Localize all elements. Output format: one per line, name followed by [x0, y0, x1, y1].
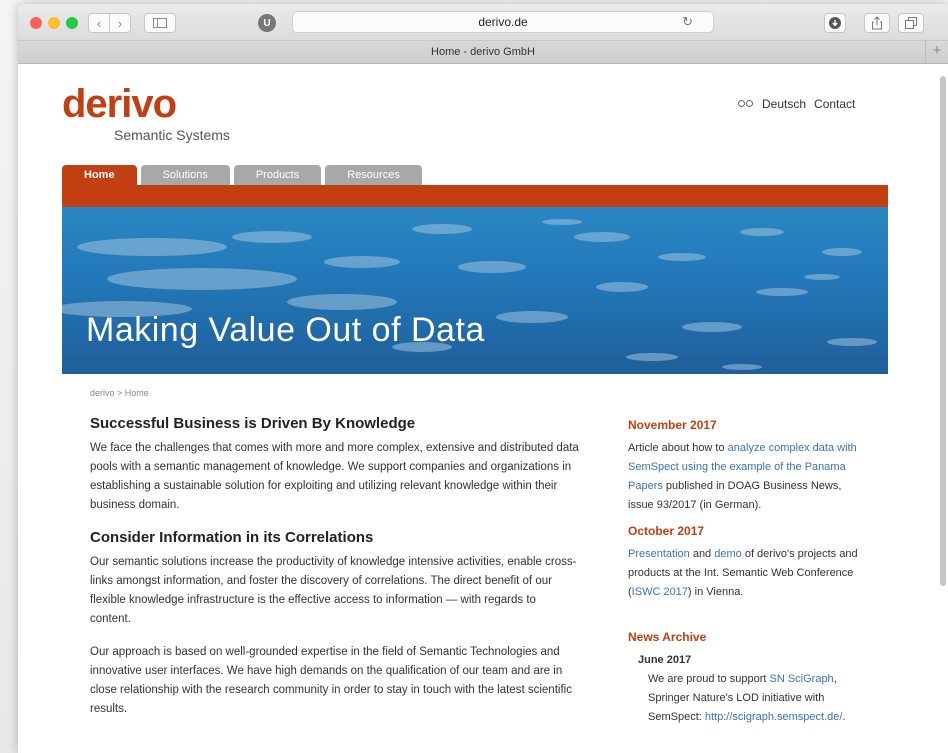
presentation-link[interactable]: Presentation — [628, 548, 690, 560]
sidebar-button[interactable] — [144, 13, 176, 33]
paragraph-approach: Our approach is based on well-grounded e… — [90, 646, 572, 715]
logo-subtitle: Semantic Systems — [114, 127, 230, 143]
news-archive-title: News Archive — [628, 630, 707, 644]
demo-link[interactable]: demo — [714, 548, 742, 560]
active-tab-title[interactable]: Home - derivo GmbH — [431, 46, 535, 58]
tabs-icon — [905, 17, 917, 29]
news-text: Article about how to — [628, 442, 728, 454]
forward-button[interactable]: › — [109, 13, 131, 33]
page-viewport: derivo Semantic Systems Deutsch Contact … — [18, 64, 948, 753]
new-tab-button[interactable]: + — [925, 41, 948, 63]
sidebar-icon — [153, 18, 167, 28]
news-text: and — [689, 548, 715, 560]
news-date-oct-2017: October 2017 — [628, 524, 705, 538]
zoom-window-button[interactable] — [66, 17, 78, 29]
paragraph-knowledge: We face the challenges that comes with m… — [90, 442, 579, 511]
tab-solutions[interactable]: Solutions — [140, 165, 230, 185]
archive-item-june-2017: We are proud to support SN SciGraph, Spr… — [648, 670, 863, 727]
news-text: . — [842, 711, 846, 723]
scrollbar-thumb[interactable] — [940, 76, 946, 586]
extension-icon: U — [263, 17, 271, 29]
top-links: Deutsch Contact — [738, 97, 855, 111]
archive-date-june-2017: June 2017 — [638, 654, 692, 666]
news-sidebar: November 2017 Article about how to analy… — [628, 416, 863, 727]
news-item-oct-2017: Presentation and demo of derivo's projec… — [628, 545, 863, 602]
nav-underline-bar — [62, 185, 888, 207]
chevron-right-icon: › — [117, 15, 123, 31]
minimize-window-button[interactable] — [48, 17, 60, 29]
heading-knowledge: Successful Business is Driven By Knowled… — [90, 415, 416, 432]
back-button[interactable]: ‹ — [88, 13, 110, 33]
tab-bar: Home - derivo GmbH + — [18, 41, 948, 64]
news-text: We are proud to support — [648, 673, 770, 685]
downloads-button[interactable] — [824, 13, 846, 33]
extension-button[interactable]: U — [258, 14, 276, 32]
hero-title: Making Value Out of Data — [86, 311, 485, 349]
iswc-link[interactable]: ISWC 2017 — [632, 586, 688, 598]
heading-correlations: Consider Information in its Correlations — [90, 529, 374, 546]
browser-toolbar: ‹ › U derivo.de ↻ — [18, 4, 948, 41]
main-content: Successful Business is Driven By Knowled… — [90, 415, 580, 733]
tab-products[interactable]: Products — [233, 165, 322, 185]
news-item-nov-2017: Article about how to analyze complex dat… — [628, 439, 863, 515]
reload-icon[interactable]: ↻ — [682, 12, 693, 32]
hero-banner: Making Value Out of Data — [62, 207, 888, 374]
tab-resources[interactable]: Resources — [325, 165, 422, 185]
sn-scigraph-link[interactable]: SN SciGraph — [769, 673, 833, 685]
url-text: derivo.de — [478, 15, 528, 29]
tab-home[interactable]: Home — [62, 165, 137, 185]
chevron-left-icon: ‹ — [96, 15, 102, 31]
close-window-button[interactable] — [30, 17, 42, 29]
glasses-icon[interactable] — [738, 99, 754, 109]
language-link[interactable]: Deutsch — [762, 97, 806, 111]
news-date-nov-2017: November 2017 — [628, 418, 717, 432]
tabs-overview-button[interactable] — [898, 13, 924, 33]
share-icon — [872, 16, 882, 30]
address-bar[interactable]: derivo.de ↻ — [292, 11, 714, 33]
share-button[interactable] — [864, 13, 890, 33]
breadcrumb[interactable]: derivo > Home — [90, 388, 149, 398]
download-icon — [829, 17, 841, 29]
contact-link[interactable]: Contact — [814, 97, 855, 111]
site-logo[interactable]: derivo — [62, 82, 177, 126]
news-text: ) in Vienna. — [687, 586, 744, 598]
paragraph-correlations: Our semantic solutions increase the prod… — [90, 556, 577, 625]
browser-window: ‹ › U derivo.de ↻ Home - derivo GmbH + d… — [18, 4, 948, 753]
main-nav: Home Solutions Products Resources — [62, 165, 422, 185]
scigraph-url-link[interactable]: http://scigraph.semspect.de/ — [705, 711, 843, 723]
